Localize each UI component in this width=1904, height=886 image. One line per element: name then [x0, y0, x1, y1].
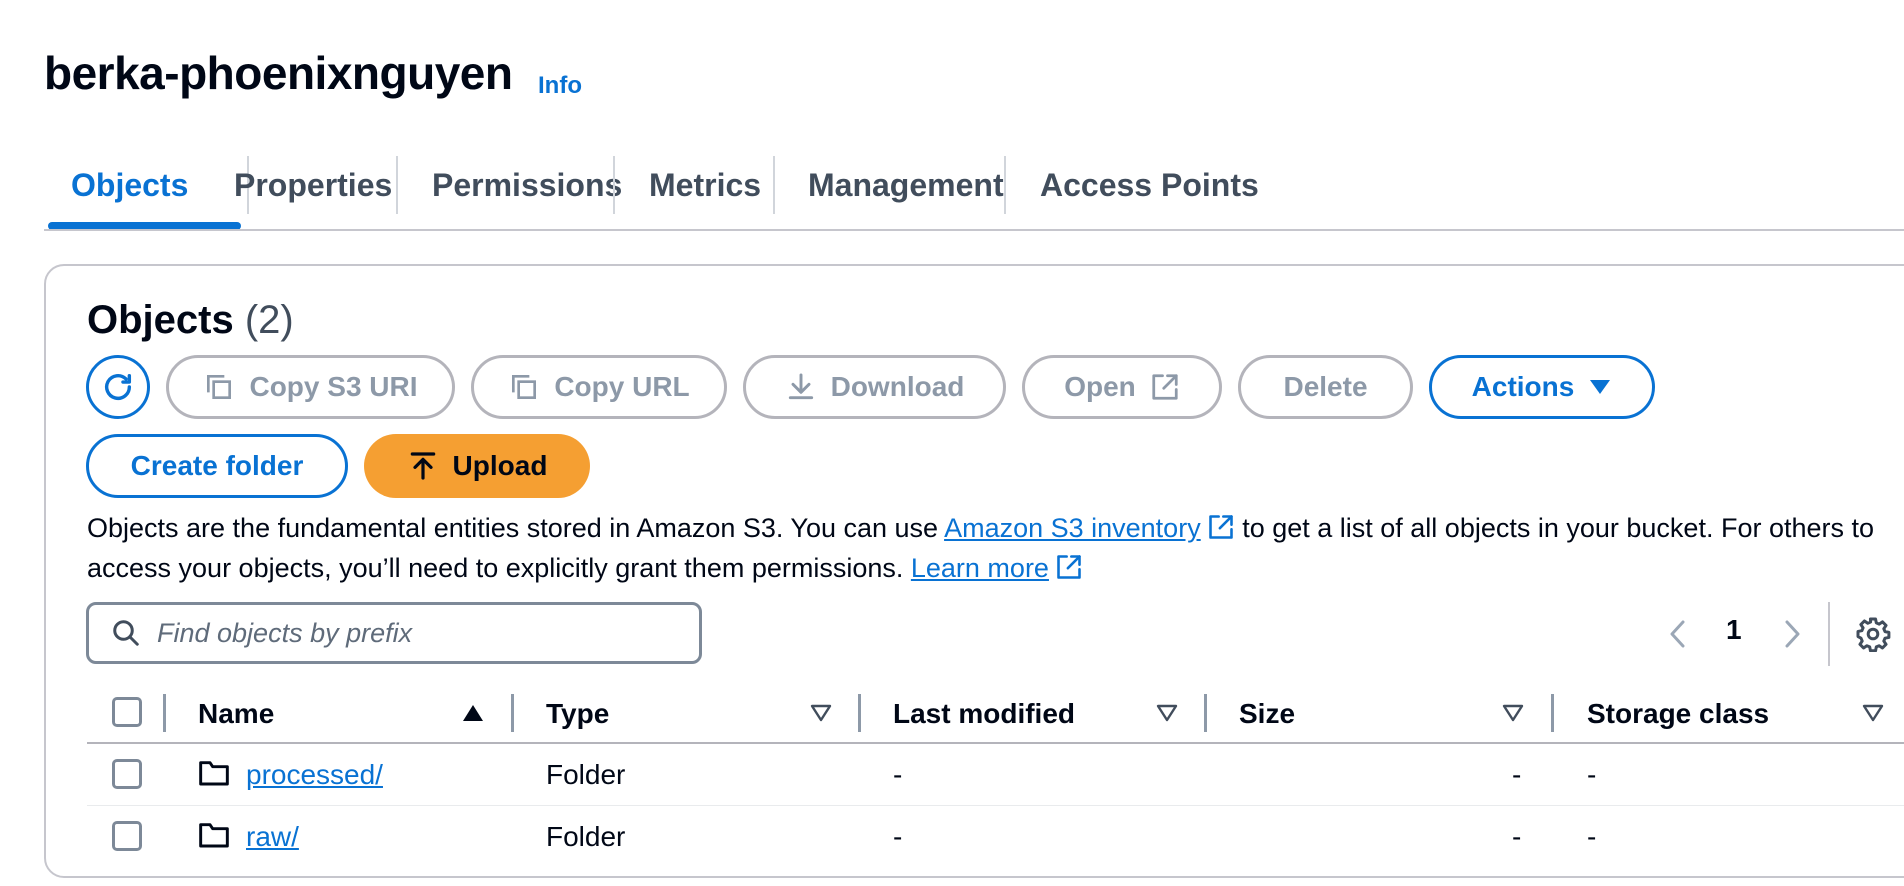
external-link-icon [1150, 372, 1180, 402]
column-divider [1551, 694, 1554, 732]
open-label: Open [1064, 371, 1136, 402]
objects-heading-label: Objects [87, 298, 234, 342]
object-size: - [1512, 759, 1522, 790]
sort-icon[interactable] [1156, 704, 1178, 722]
object-storage-class: - [1587, 759, 1597, 790]
external-link-icon [1207, 513, 1235, 541]
column-header-last-modified[interactable]: Last modified [893, 698, 1075, 730]
create-folder-button[interactable]: Create folder [86, 434, 348, 498]
upload-button[interactable]: Upload [364, 434, 590, 498]
object-last-modified: - [893, 759, 903, 790]
tab-metrics[interactable]: Metrics [649, 150, 761, 230]
object-type: Folder [546, 759, 626, 790]
page-title: berka-phoenixnguyen [44, 47, 513, 99]
row-checkbox[interactable] [112, 821, 142, 851]
copy-s3-uri-button[interactable]: Copy S3 URI [166, 355, 455, 419]
delete-label: Delete [1283, 371, 1368, 402]
actions-dropdown-button[interactable]: Actions [1429, 355, 1655, 419]
description-text: Objects are the fundamental entities sto… [87, 513, 945, 543]
download-button[interactable]: Download [743, 355, 1006, 419]
chevron-right-icon [1780, 618, 1804, 650]
copy-url-button[interactable]: Copy URL [471, 355, 727, 419]
object-name-link[interactable]: raw/ [246, 821, 299, 852]
tab-divider [773, 156, 775, 214]
copy-url-label: Copy URL [554, 371, 690, 402]
tab-management[interactable]: Management [808, 150, 1004, 230]
pagination-divider [1828, 602, 1830, 666]
table-preferences-button[interactable] [1855, 616, 1891, 652]
copy-icon [508, 371, 540, 403]
column-header-size[interactable]: Size [1239, 698, 1295, 730]
objects-heading: Objects (2) [87, 298, 294, 343]
create-folder-label: Create folder [130, 450, 304, 481]
tab-objects[interactable]: Objects [71, 150, 188, 230]
previous-page-button[interactable] [1666, 618, 1690, 650]
download-label: Download [830, 371, 965, 402]
column-divider [163, 694, 166, 732]
sort-icon[interactable] [1502, 704, 1524, 722]
object-name-link[interactable]: processed/ [246, 759, 383, 790]
tab-bar: Objects Properties Permissions Metrics M… [48, 150, 1904, 230]
refresh-icon [101, 370, 135, 404]
folder-icon [198, 819, 230, 849]
copy-icon [203, 371, 235, 403]
column-divider [1204, 694, 1207, 732]
tabs-divider [44, 229, 1904, 231]
upload-icon [407, 450, 439, 482]
select-all-checkbox[interactable] [112, 697, 142, 727]
tab-permissions[interactable]: Permissions [432, 150, 622, 230]
actions-label: Actions [1471, 371, 1575, 402]
open-button[interactable]: Open [1022, 355, 1222, 419]
objects-description: Objects are the fundamental entities sto… [87, 508, 1887, 588]
sort-icon[interactable] [810, 704, 832, 722]
tab-properties[interactable]: Properties [234, 150, 392, 230]
copy-s3-uri-label: Copy S3 URI [249, 371, 418, 402]
tab-divider [396, 156, 398, 214]
table-row: raw/ Folder - - - [87, 805, 1904, 867]
column-header-storage-class[interactable]: Storage class [1587, 698, 1769, 730]
download-icon [785, 371, 817, 403]
next-page-button[interactable] [1780, 618, 1804, 650]
tab-divider [1004, 156, 1006, 214]
sort-ascending-icon[interactable] [462, 704, 484, 722]
s3-inventory-link[interactable]: Amazon S3 inventory [944, 513, 1201, 543]
external-link-icon [1055, 553, 1083, 581]
chevron-left-icon [1666, 618, 1690, 650]
caret-down-icon [1588, 378, 1612, 396]
column-header-name[interactable]: Name [198, 698, 274, 730]
objects-count: (2) [244, 298, 294, 342]
refresh-button[interactable] [86, 355, 150, 419]
tab-access-points[interactable]: Access Points [1040, 150, 1259, 230]
table-header-row: Name Type Last modified Size Storage cla… [87, 688, 1904, 744]
column-divider [858, 694, 861, 732]
object-last-modified: - [893, 821, 903, 852]
row-checkbox[interactable] [112, 759, 142, 789]
upload-label: Upload [452, 450, 548, 481]
learn-more-link[interactable]: Learn more [911, 553, 1049, 583]
tab-divider [613, 156, 615, 214]
object-size: - [1512, 821, 1522, 852]
current-page-number[interactable]: 1 [1726, 614, 1742, 646]
table-row: processed/ Folder - - - [87, 743, 1904, 806]
object-storage-class: - [1587, 821, 1597, 852]
search-icon [111, 618, 141, 648]
column-header-type[interactable]: Type [546, 698, 609, 730]
gear-icon [1855, 616, 1891, 652]
search-box [86, 602, 702, 664]
info-link[interactable]: Info [538, 72, 582, 100]
object-type: Folder [546, 821, 626, 852]
sort-icon[interactable] [1862, 704, 1884, 722]
delete-button[interactable]: Delete [1238, 355, 1413, 419]
search-input[interactable] [155, 616, 679, 650]
folder-icon [198, 757, 230, 787]
column-divider [511, 694, 514, 732]
